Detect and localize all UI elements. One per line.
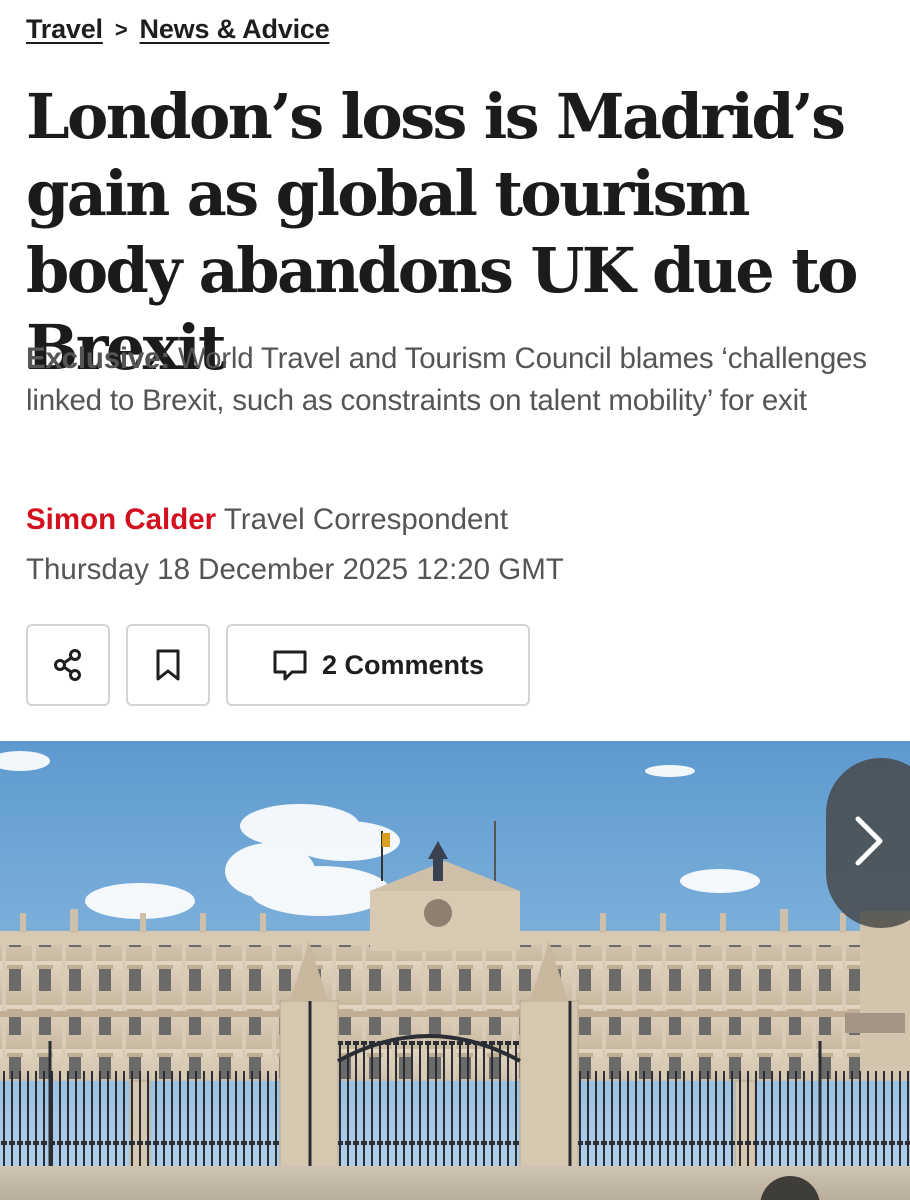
comments-label: 2 Comments bbox=[321, 649, 485, 680]
comment-icon bbox=[272, 648, 308, 682]
bookmark-icon bbox=[153, 648, 183, 682]
breadcrumb-link-travel[interactable]: Travel bbox=[26, 14, 103, 45]
hero-image[interactable] bbox=[0, 741, 910, 1200]
byline: Simon Calder Travel Correspondent bbox=[26, 500, 508, 540]
article-actions: 2 Comments bbox=[26, 624, 530, 706]
article-page: Travel > News & Advice London’s loss is … bbox=[0, 0, 910, 1200]
standfirst-label: Exclusive: bbox=[26, 342, 170, 375]
royal-palace-photo bbox=[0, 741, 910, 1200]
breadcrumb-separator: > bbox=[114, 16, 128, 42]
author-link[interactable]: Simon Calder bbox=[26, 503, 216, 536]
publish-date: Thursday 18 December 2025 12:20 GMT bbox=[26, 553, 564, 586]
bookmark-button[interactable] bbox=[126, 624, 210, 706]
comments-button[interactable]: 2 Comments bbox=[226, 624, 530, 706]
article-standfirst: Exclusive: World Travel and Tourism Coun… bbox=[26, 338, 886, 422]
share-button[interactable] bbox=[26, 624, 110, 706]
breadcrumb-link-news-advice[interactable]: News & Advice bbox=[140, 14, 330, 45]
gallery-next-button[interactable] bbox=[826, 758, 910, 928]
share-icon bbox=[51, 648, 85, 682]
chevron-right-icon bbox=[852, 815, 886, 872]
breadcrumb: Travel > News & Advice bbox=[26, 14, 330, 45]
author-role: Travel Correspondent bbox=[223, 503, 509, 536]
